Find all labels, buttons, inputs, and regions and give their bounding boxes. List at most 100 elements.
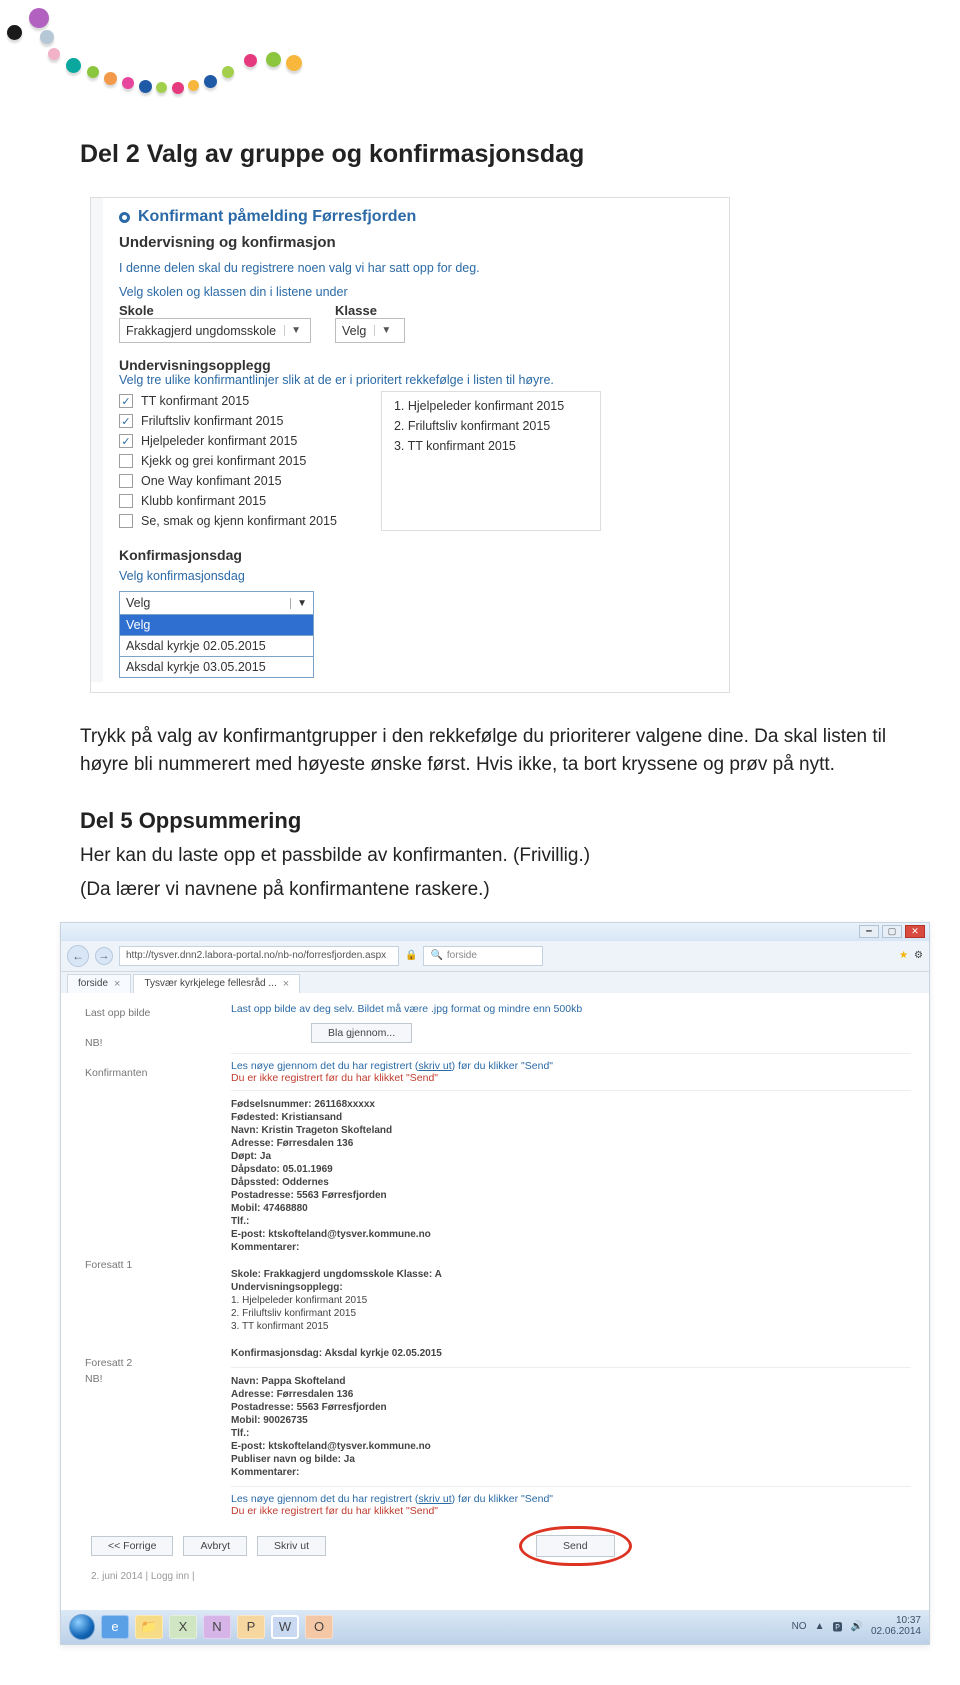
browse-button[interactable]: Bla gjennom... — [311, 1023, 412, 1043]
send-button[interactable]: Send — [536, 1535, 615, 1557]
dot-icon — [188, 80, 199, 91]
window-controls: ━ ▢ ✕ — [61, 923, 929, 941]
dot-icon — [172, 82, 184, 94]
print-button[interactable]: Skriv ut — [257, 1536, 326, 1556]
checkbox-icon[interactable] — [119, 514, 133, 528]
page-content: Del 2 Valg av gruppe og konfirmasjonsdag… — [0, 140, 960, 1685]
bullet-icon — [119, 212, 130, 223]
close-icon[interactable]: × — [283, 978, 289, 990]
priority-item: 2. Friluftsliv konfirmant 2015 — [394, 416, 590, 436]
checkbox-icon[interactable]: ✓ — [119, 414, 133, 428]
favorites-icon[interactable]: ★ — [899, 950, 908, 961]
browser-search-input[interactable]: 🔍 forside — [423, 946, 543, 966]
page-footer: 2. juni 2014 | Logg inn | — [91, 1563, 911, 1596]
tray-network-icon[interactable]: 🅿 — [832, 1619, 842, 1634]
print-link[interactable]: skriv ut — [418, 1493, 451, 1505]
tray-flag-icon[interactable]: ▲ — [815, 1621, 825, 1632]
priority-item: 1. Hjelpeleder konfirmant 2015 — [394, 396, 590, 416]
tab-label: forside — [78, 978, 108, 989]
dropdown-option[interactable]: Aksdal kyrkje 02.05.2015 — [119, 636, 314, 657]
checkbox-row[interactable]: ✓TT konfirmant 2015 — [119, 391, 337, 411]
window-maximize-icon[interactable]: ▢ — [882, 925, 902, 938]
dropdown-option[interactable]: Aksdal kyrkje 03.05.2015 — [119, 657, 314, 678]
checkbox-label: One Way konfimant 2015 — [141, 474, 282, 488]
school-field-block: Skole Frakkagjerd ungdomsskole ▼ — [119, 303, 311, 343]
dot-icon — [204, 75, 217, 88]
checkbox-icon[interactable]: ✓ — [119, 394, 133, 408]
class-select[interactable]: Velg ▼ — [335, 318, 405, 343]
sidebar-gray-strip — [91, 198, 103, 682]
word-icon[interactable]: W — [271, 1615, 299, 1639]
tray-sound-icon[interactable]: 🔊 — [850, 1621, 862, 1632]
windows-taskbar: e 📁 X N P W O NO ▲ 🅿 🔊 10:37 02.06.2014 — [61, 1610, 929, 1644]
decorative-dots — [0, 0, 960, 120]
tab-label: Tysvær kyrkjelege fellesråd ... — [144, 978, 276, 989]
print-link[interactable]: skriv ut — [418, 1060, 451, 1072]
checkbox-row[interactable]: Klubb konfirmant 2015 — [119, 491, 337, 511]
prev-button[interactable]: << Forrige — [91, 1536, 173, 1556]
left-label: NB! — [85, 1037, 211, 1049]
konfday-dropdown-options: VelgAksdal kyrkje 02.05.2015Aksdal kyrkj… — [119, 615, 314, 678]
browser-tabs: forside × Tysvær kyrkjelege fellesråd ..… — [61, 972, 929, 993]
checkbox-row[interactable]: Kjekk og grei konfirmant 2015 — [119, 451, 337, 471]
checkbox-row[interactable]: ✓Hjelpeleder konfirmant 2015 — [119, 431, 337, 451]
dot-icon — [286, 55, 302, 71]
form-screenshot-panel: Konfirmant påmelding Førresfjorden Under… — [90, 197, 730, 693]
browser-tab-active[interactable]: Tysvær kyrkjelege fellesråd ... × — [133, 974, 300, 993]
dot-icon — [66, 58, 81, 73]
left-label: NB! — [85, 1373, 211, 1385]
checkbox-icon[interactable] — [119, 494, 133, 508]
form-title-text: Konfirmant påmelding Førresfjorden — [138, 208, 416, 226]
checkbox-row[interactable]: One Way konfimant 2015 — [119, 471, 337, 491]
onenote-icon[interactable]: N — [203, 1615, 231, 1639]
checkbox-icon[interactable] — [119, 474, 133, 488]
dot-icon — [244, 54, 257, 67]
excel-icon[interactable]: X — [169, 1615, 197, 1639]
window-minimize-icon[interactable]: ━ — [859, 925, 879, 938]
language-indicator[interactable]: NO — [792, 1621, 807, 1632]
cancel-button[interactable]: Avbryt — [183, 1536, 247, 1556]
powerpoint-icon[interactable]: P — [237, 1615, 265, 1639]
paragraph-2: Her kan du laste opp et passbilde av kon… — [80, 842, 890, 870]
checkbox-row[interactable]: Se, smak og kjenn konfirmant 2015 — [119, 511, 337, 531]
priority-item: 3. TT konfirmant 2015 — [394, 436, 590, 456]
paragraph-3: (Da lærer vi navnene på konfirmantene ra… — [80, 876, 890, 904]
checkbox-label: Friluftsliv konfirmant 2015 — [141, 414, 283, 428]
dot-icon — [139, 80, 152, 93]
checkbox-list: ✓TT konfirmant 2015✓Friluftsliv konfirma… — [119, 391, 337, 531]
browser-address-bar: ← → http://tysver.dnn2.labora-portal.no/… — [61, 941, 929, 972]
window-close-icon[interactable]: ✕ — [905, 925, 925, 938]
konfirmant-data: Fødselsnummer: 261168xxxxx Fødested: Kri… — [231, 1090, 911, 1359]
explorer-icon[interactable]: 📁 — [135, 1615, 163, 1639]
browser-tab[interactable]: forside × — [67, 974, 131, 993]
summary-main: Last opp bilde av deg selv. Bildet må væ… — [221, 993, 929, 1610]
dot-icon — [266, 52, 281, 67]
chevron-down-icon: ▼ — [290, 598, 307, 609]
chevron-down-icon: ▼ — [374, 325, 391, 336]
start-orb-icon[interactable] — [69, 1614, 95, 1640]
taskbar-clock[interactable]: 10:37 02.06.2014 — [871, 1616, 921, 1637]
school-select[interactable]: Frakkagjerd ungdomsskole ▼ — [119, 318, 311, 343]
form-subhead: Undervisning og konfirmasjon — [119, 234, 715, 251]
dropdown-option[interactable]: Velg — [119, 615, 314, 636]
nb-text: Les nøye gjennom det du har registrert (… — [231, 1060, 553, 1072]
ie-icon[interactable]: e — [101, 1615, 129, 1639]
nav-forward-icon[interactable]: → — [95, 947, 113, 965]
browser-screenshot: ━ ▢ ✕ ← → http://tysver.dnn2.labora-port… — [60, 922, 930, 1645]
dot-icon — [156, 82, 167, 93]
konfday-head: Konfirmasjonsdag — [119, 547, 715, 563]
gear-icon[interactable]: ⚙ — [914, 950, 923, 961]
checkbox-icon[interactable] — [119, 454, 133, 468]
nav-back-icon[interactable]: ← — [67, 945, 89, 967]
close-icon[interactable]: × — [114, 978, 120, 990]
outlook-icon[interactable]: O — [305, 1615, 333, 1639]
url-input[interactable]: http://tysver.dnn2.labora-portal.no/nb-n… — [119, 946, 399, 966]
checkbox-icon[interactable]: ✓ — [119, 434, 133, 448]
form-intro: I denne delen skal du registrere noen va… — [119, 261, 715, 275]
konfday-dropdown-head[interactable]: Velg ▼ — [119, 591, 314, 615]
send-button-highlight: Send — [536, 1535, 615, 1557]
checkbox-row[interactable]: ✓ Friluftsliv konfirmant 2015 — [119, 411, 337, 431]
konfday-dropdown[interactable]: Velg ▼ VelgAksdal kyrkje 02.05.2015Aksda… — [119, 591, 314, 678]
chevron-down-icon: ▼ — [284, 325, 301, 336]
dot-icon — [122, 77, 134, 89]
